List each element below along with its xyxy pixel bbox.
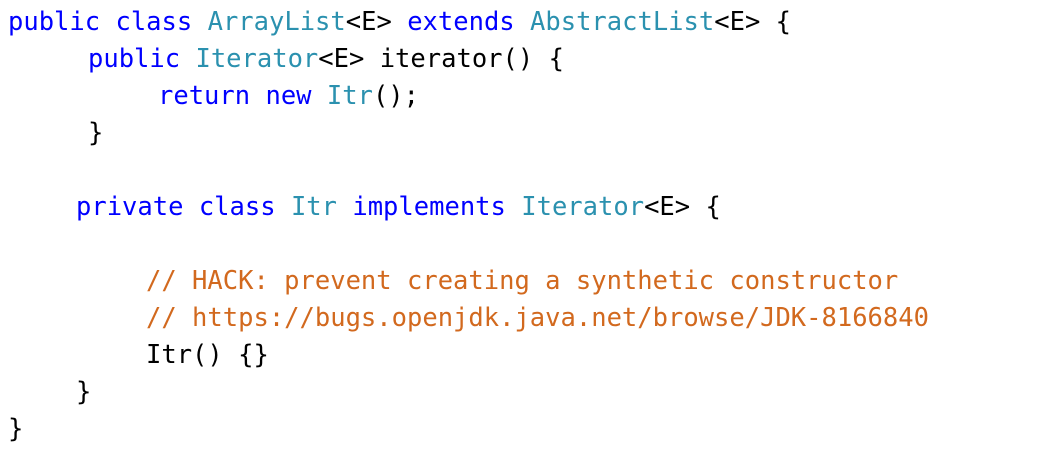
text-token: <E> {: [644, 192, 721, 222]
code-line-iterator-method: public Iterator<E> iterator() {: [88, 41, 564, 78]
text-token: <E> iterator() {: [318, 44, 564, 74]
text-token: Itr() {}: [146, 340, 269, 370]
code-editor: public class ArrayList<E> extends Abstra…: [0, 0, 1045, 475]
text-token: ();: [372, 81, 420, 111]
code-line-constructor: Itr() {}: [146, 337, 269, 374]
type-token: AbstractList: [530, 7, 715, 37]
type-token: Iterator: [521, 192, 645, 222]
keyword-token: public: [88, 44, 196, 74]
keyword-token: public class: [8, 7, 208, 37]
type-token: Itr: [290, 192, 337, 222]
type-token: ArrayList: [207, 7, 346, 37]
keyword-token: return new: [158, 81, 327, 111]
keyword-token: implements: [337, 192, 522, 222]
code-line-return-statement: return new Itr();: [158, 78, 419, 115]
text-token: <E> {: [714, 7, 792, 37]
code-line-class-declaration: public class ArrayList<E> extends Abstra…: [8, 4, 791, 41]
text-token: }: [8, 414, 24, 444]
keyword-token: private class: [76, 192, 291, 222]
text-token: }: [76, 377, 92, 407]
keyword-token: extends: [407, 7, 531, 37]
comment-token: // HACK: prevent creating a synthetic co…: [146, 266, 899, 296]
type-token: Itr: [326, 81, 373, 111]
code-line-inner-class-close: }: [76, 374, 91, 411]
text-token: }: [88, 118, 104, 148]
comment-token: // https://bugs.openjdk.java.net/browse/…: [146, 303, 929, 333]
code-line-method-close: }: [88, 115, 103, 152]
code-line-class-close: }: [8, 411, 23, 448]
text-token: <E>: [345, 7, 408, 37]
code-line-url-comment: // https://bugs.openjdk.java.net/browse/…: [146, 300, 929, 337]
code-line-hack-comment: // HACK: prevent creating a synthetic co…: [146, 263, 898, 300]
type-token: Iterator: [195, 44, 319, 74]
code-line-inner-class-declaration: private class Itr implements Iterator<E>…: [76, 189, 721, 226]
